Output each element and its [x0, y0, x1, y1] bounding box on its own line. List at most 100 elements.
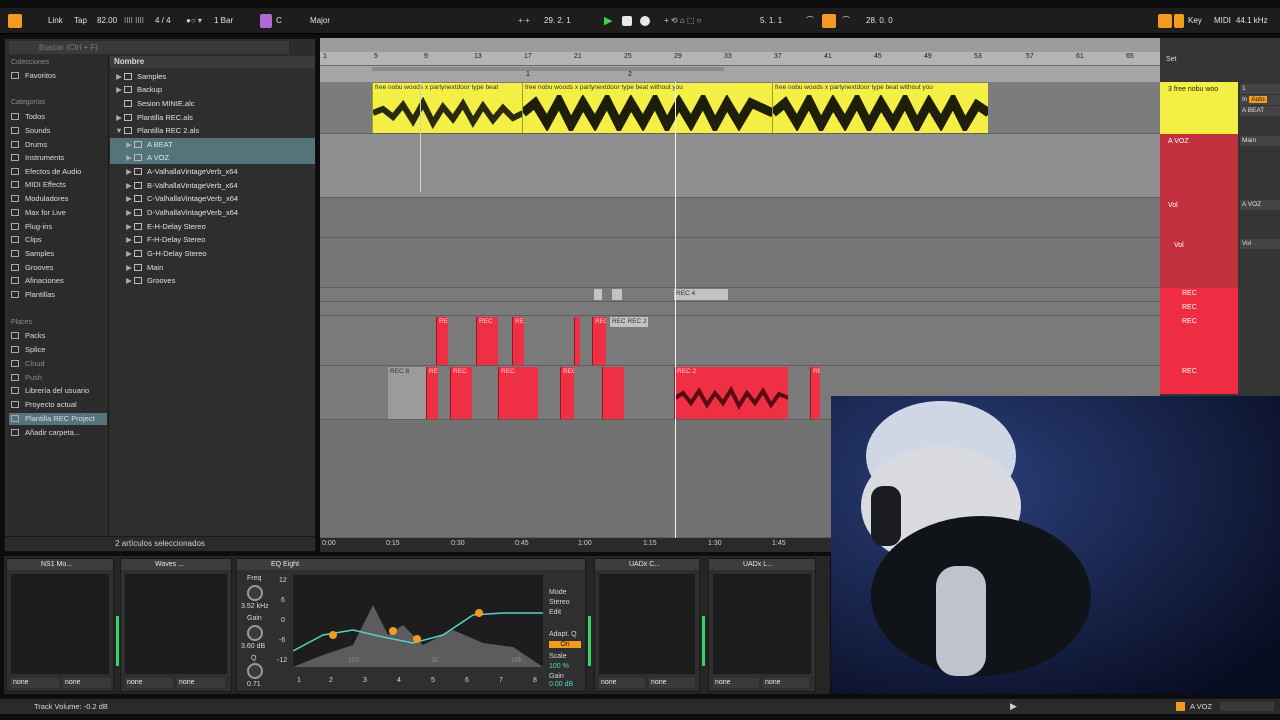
- track-io-voz[interactable]: Main: [1240, 136, 1280, 147]
- link-button[interactable]: Link: [48, 14, 63, 28]
- sidebar-item-category[interactable]: Drums: [11, 139, 47, 151]
- track-header-beat[interactable]: 3 free nobu woo: [1160, 82, 1238, 134]
- sidechain-select[interactable]: none: [177, 678, 225, 688]
- sidebar-item-category[interactable]: Efectos de Audio: [11, 166, 81, 178]
- browser-search-input[interactable]: Buscar (Ctrl + F): [9, 41, 289, 54]
- freq-knob[interactable]: [247, 585, 263, 601]
- sidebar-item-place[interactable]: Packs: [11, 330, 45, 342]
- midi-map-label[interactable]: MIDI: [1214, 14, 1231, 28]
- device-eq-eight[interactable]: EQ Eight Freq 3.52 kHz Gain 3.60 dB Q 0.…: [236, 558, 586, 692]
- rec-clip[interactable]: REC: [498, 367, 538, 419]
- follow-icon[interactable]: +·+: [518, 14, 530, 28]
- mode-select[interactable]: Stereo: [549, 599, 570, 606]
- sidebar-item-favorites[interactable]: Favoritos: [11, 70, 56, 82]
- rec-clip-grey[interactable]: [594, 289, 602, 300]
- sidebar-item-place[interactable]: Push: [11, 372, 42, 384]
- file-row[interactable]: ▶ Backup: [110, 83, 315, 96]
- sidebar-item-place[interactable]: Librería del usuario: [11, 385, 89, 397]
- rec-clip[interactable]: REC: [426, 367, 438, 419]
- sidebar-item-category[interactable]: Samples: [11, 248, 54, 260]
- sidebar-item-category[interactable]: Afinaciones: [11, 275, 64, 287]
- rec-clip[interactable]: REC 2: [674, 367, 788, 419]
- sidebar-item-place[interactable]: Cloud: [11, 358, 45, 370]
- rec-clip[interactable]: REC: [512, 317, 524, 365]
- audio-clip-beat[interactable]: free nobu woods x partynextdoor type bea…: [522, 83, 772, 133]
- key-dropdown[interactable]: C: [276, 14, 282, 28]
- device-uadx-l[interactable]: UADx L... none none: [708, 558, 816, 692]
- sidebar-item-category[interactable]: Instruments: [11, 152, 64, 164]
- sidebar-item-category[interactable]: Todos: [11, 111, 45, 123]
- file-row[interactable]: ▶ F-H-Delay Stereo: [110, 233, 315, 246]
- rec-clip[interactable]: REC: [560, 367, 574, 419]
- time-signature-field[interactable]: 4 / 4: [155, 14, 171, 28]
- track-header-rec[interactable]: REC: [1160, 366, 1238, 394]
- stop-icon[interactable]: [622, 16, 632, 26]
- sidebar-item-place[interactable]: Splice: [11, 344, 45, 356]
- gain-knob[interactable]: [247, 625, 263, 641]
- metronome-bars-icon[interactable]: IIII IIII: [124, 14, 144, 28]
- rec-clip[interactable]: REC: [592, 317, 606, 365]
- punch-in-icon[interactable]: ⌒: [806, 14, 814, 28]
- sidebar-item-add-folder[interactable]: Añadir carpeta...: [11, 427, 80, 439]
- quantize-dropdown[interactable]: 1 Bar: [214, 14, 233, 28]
- play-clip-icon[interactable]: ▶: [1010, 701, 1017, 712]
- track-header-vol-2[interactable]: Vol: [1160, 238, 1238, 288]
- sidechain-select[interactable]: none: [763, 678, 809, 688]
- key-map-icon[interactable]: [1174, 14, 1184, 28]
- insert-marker[interactable]: [420, 82, 421, 192]
- metronome-icon[interactable]: ●○ ▾: [186, 14, 202, 28]
- sidechain-select[interactable]: none: [599, 678, 645, 688]
- track-io-vol[interactable]: A VOZ: [1240, 200, 1280, 211]
- playhead[interactable]: [675, 82, 676, 538]
- rec-clip[interactable]: [574, 317, 580, 365]
- file-row[interactable]: ▶ A-ValhallaVintageVerb_x64: [110, 165, 315, 178]
- file-row[interactable]: ▼ Plantilla REC 2.als: [110, 124, 315, 137]
- set-button[interactable]: Set: [1166, 56, 1177, 63]
- device-ns1[interactable]: NS1 Mo... none none: [6, 558, 114, 692]
- sidebar-item-category[interactable]: Plantillas: [11, 289, 55, 301]
- loop-start-field[interactable]: 5. 1. 1: [760, 14, 782, 28]
- sidechain-select[interactable]: none: [713, 678, 759, 688]
- output-gain-field[interactable]: 0.00 dB: [549, 681, 573, 688]
- file-row[interactable]: ▶ E-H-Delay Stereo: [110, 220, 315, 233]
- sidechain-select[interactable]: none: [11, 678, 59, 688]
- file-row[interactable]: ▶ B-ValhallaVintageVerb_x64: [110, 179, 315, 192]
- file-row[interactable]: ▶ D-ValhallaVintageVerb_x64: [110, 206, 315, 219]
- loop-brace[interactable]: 1 2: [320, 66, 1160, 82]
- rec-clip-grey[interactable]: REC 4: [674, 289, 728, 300]
- eq-band-row[interactable]: 1 2 3 4 5 6 7 8: [297, 671, 547, 689]
- track-io-beat[interactable]: 1 In Auto A BEAT: [1240, 84, 1280, 117]
- sidebar-item-place-selected[interactable]: Plantilla REC Project: [9, 413, 107, 425]
- file-row[interactable]: ▶ Main: [110, 261, 315, 274]
- loop-switch-icon[interactable]: [822, 14, 836, 28]
- overdub-icons[interactable]: + ⟲ ⌂ ⬚ ○: [664, 14, 702, 28]
- rec-clip[interactable]: REC: [450, 367, 472, 419]
- locator-marker[interactable]: 1: [526, 71, 530, 78]
- rec-clip-grey[interactable]: [612, 289, 622, 300]
- draw-mode-icon[interactable]: [1158, 14, 1172, 28]
- sidebar-item-category[interactable]: Clips: [11, 234, 42, 246]
- locator-marker[interactable]: 2: [628, 71, 632, 78]
- audio-clip-beat[interactable]: free nobu woods x partynextdoor type bea…: [772, 83, 988, 133]
- sidechain-select[interactable]: none: [649, 678, 695, 688]
- rec-clip[interactable]: [602, 367, 624, 419]
- voz-lane[interactable]: [320, 134, 1160, 198]
- track-header-rec[interactable]: REC: [1160, 302, 1238, 316]
- adaptive-q-toggle[interactable]: On: [549, 641, 581, 648]
- track-io-vol-2[interactable]: Vol: [1240, 239, 1280, 250]
- play-icon[interactable]: ▶: [604, 14, 612, 28]
- file-row[interactable]: ▶ Grooves: [110, 274, 315, 287]
- key-map-label[interactable]: Key: [1188, 14, 1202, 28]
- sidechain-select[interactable]: none: [63, 678, 111, 688]
- file-row[interactable]: ▶ C-ValhallaVintageVerb_x64: [110, 192, 315, 205]
- sidebar-item-category[interactable]: Moduladores: [11, 193, 68, 205]
- sidebar-item-place[interactable]: Proyecto actual: [11, 399, 77, 411]
- sidebar-item-category[interactable]: Grooves: [11, 262, 53, 274]
- eq-display[interactable]: 12 6 0 -6 -12 100 1k 10k: [277, 575, 543, 667]
- track-header-rec[interactable]: REC: [1160, 316, 1238, 366]
- overview-toggle[interactable]: [1220, 702, 1274, 711]
- rec-clip-grey[interactable]: REC 8: [388, 367, 426, 419]
- file-row-selected[interactable]: ▶ A VOZ: [110, 151, 315, 164]
- file-row[interactable]: Sesion MINIE.alc: [110, 97, 315, 110]
- song-position-field[interactable]: 29. 2. 1: [544, 14, 571, 28]
